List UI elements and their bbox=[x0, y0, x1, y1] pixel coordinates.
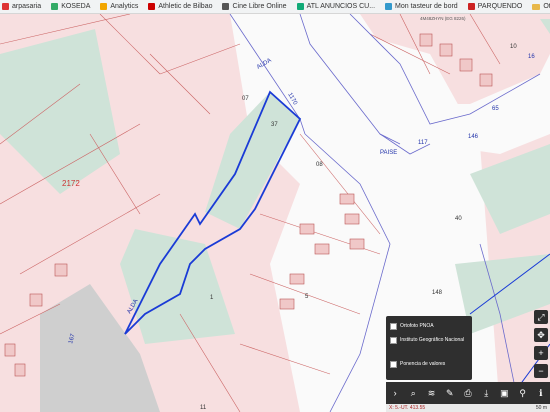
bookmark-item[interactable]: arpasaria bbox=[2, 3, 41, 10]
chevron-right-button[interactable]: › bbox=[388, 386, 402, 400]
export-button[interactable]: ⤓ bbox=[479, 386, 493, 400]
plot-label: 146 bbox=[468, 134, 479, 140]
zoom-out-button[interactable]: − bbox=[534, 364, 548, 378]
image-button[interactable]: ▣ bbox=[497, 386, 511, 400]
bookmark-favicon-icon bbox=[296, 3, 304, 10]
bookmark-label: Athletic de Bilbao bbox=[158, 3, 213, 10]
bookmark-item[interactable]: Otros marcadores bbox=[532, 3, 550, 10]
measure-icon: ✎ bbox=[445, 387, 454, 398]
map-reference-label: 4M48ZHYN (EG 8226) bbox=[420, 16, 466, 21]
bookmark-label: KOSEDA bbox=[61, 3, 91, 10]
bookmark-label: PARQUENDO bbox=[477, 3, 523, 10]
bookmark-label: Otros marcadores bbox=[543, 3, 550, 10]
bookmark-label: arpasaria bbox=[12, 3, 42, 10]
plot-label: 37 bbox=[271, 122, 278, 128]
bookmark-label: Analytics bbox=[110, 3, 139, 10]
fullscreen-icon: ⤢ bbox=[537, 311, 545, 322]
plot-label: 65 bbox=[492, 106, 499, 112]
layer-label: Instituto Geográfico Nacional bbox=[400, 337, 465, 343]
fullscreen-button[interactable]: ⤢ bbox=[534, 310, 548, 324]
status-bar: X: 5.-UT. 413.55 50 m bbox=[386, 404, 550, 412]
layer-checkbox[interactable] bbox=[390, 360, 397, 368]
layer-label: Ponencia de valores bbox=[400, 361, 446, 367]
bookmark-favicon-icon bbox=[2, 3, 9, 10]
image-icon: ▣ bbox=[500, 387, 509, 398]
bookmark-item[interactable]: Mon tasteur de bord bbox=[385, 3, 458, 10]
bookmark-label: ATL ANUNCIOS CU... bbox=[306, 3, 376, 10]
scale-indicator: 50 m bbox=[535, 405, 547, 411]
print-icon: ⎙ bbox=[464, 387, 472, 398]
coordinates-readout: X: 5.-UT. 413.55 bbox=[389, 405, 426, 411]
bookmarks-bar: arpasaria KOSEDA Analytics Athletic de Bilb… bbox=[0, 0, 550, 14]
bookmark-favicon-icon bbox=[385, 3, 393, 10]
info-button[interactable]: ℹ bbox=[534, 386, 548, 400]
zoom-in-icon: + bbox=[538, 348, 544, 358]
plot-label: 16 bbox=[528, 54, 535, 60]
folder-icon bbox=[532, 3, 541, 10]
zoom-in-button[interactable]: + bbox=[534, 346, 548, 360]
plot-label: 11 bbox=[200, 405, 207, 411]
bookmark-favicon-icon bbox=[222, 3, 230, 10]
search-button[interactable]: ⌕ bbox=[406, 386, 420, 400]
zoom-out-icon: − bbox=[538, 366, 544, 376]
chevron-right-icon: › bbox=[393, 388, 397, 398]
bookmark-favicon-icon bbox=[100, 3, 108, 10]
layer-label: Ortofoto PNOA bbox=[400, 323, 434, 329]
bookmark-label: Cine Libre Online bbox=[232, 3, 287, 10]
print-button[interactable]: ⎙ bbox=[461, 386, 475, 400]
pan-icon: ✥ bbox=[537, 329, 545, 340]
bookmark-item[interactable]: Analytics bbox=[100, 3, 138, 10]
plot-label: 08 bbox=[316, 162, 323, 168]
layer-checkbox[interactable] bbox=[390, 336, 397, 344]
layer-item-ponencia[interactable]: Ponencia de valores bbox=[390, 357, 468, 371]
bicycle-button[interactable]: ⚲ bbox=[516, 386, 530, 400]
layer-checkbox[interactable] bbox=[390, 322, 397, 330]
plot-label: 40 bbox=[455, 216, 462, 222]
layer-item-ortofoto[interactable]: Ortofoto PNOA bbox=[390, 319, 468, 333]
bookmark-favicon-icon bbox=[51, 3, 59, 10]
measure-button[interactable]: ✎ bbox=[443, 386, 457, 400]
street-name-label: PAISE bbox=[380, 150, 397, 156]
bookmark-label: Mon tasteur de bord bbox=[395, 3, 458, 10]
bookmark-item[interactable]: ATL ANUNCIOS CU... bbox=[296, 3, 376, 10]
plot-label: 148 bbox=[432, 290, 443, 296]
layers-panel: Ortofoto PNOA Instituto Geográfico Nacio… bbox=[386, 316, 472, 380]
info-icon: ℹ bbox=[539, 387, 543, 398]
bookmark-item[interactable]: Athletic de Bilbao bbox=[148, 3, 212, 10]
layer-item-ign[interactable]: Instituto Geográfico Nacional bbox=[390, 333, 468, 347]
export-icon: ⤓ bbox=[484, 387, 489, 398]
layers-icon: ≋ bbox=[427, 387, 436, 398]
map-toolbar: › ⌕ ≋ ✎ ⎙ ⤓ ▣ ⚲ ℹ bbox=[386, 382, 550, 404]
bookmark-item[interactable]: Cine Libre Online bbox=[222, 3, 287, 10]
bookmark-item[interactable]: KOSEDA bbox=[51, 3, 90, 10]
bookmark-item[interactable]: PARQUENDO bbox=[467, 3, 523, 10]
pan-button[interactable]: ✥ bbox=[534, 328, 548, 342]
search-icon: ⌕ bbox=[410, 387, 416, 398]
bookmark-favicon-icon bbox=[148, 3, 156, 10]
plot-label: 10 bbox=[510, 44, 517, 50]
plot-label: 07 bbox=[242, 96, 249, 102]
plot-label: 2172 bbox=[62, 179, 80, 188]
plot-label: 117 bbox=[418, 140, 428, 146]
layers-button[interactable]: ≋ bbox=[425, 386, 439, 400]
bicycle-icon: ⚲ bbox=[519, 387, 526, 398]
bookmark-favicon-icon bbox=[467, 3, 475, 10]
